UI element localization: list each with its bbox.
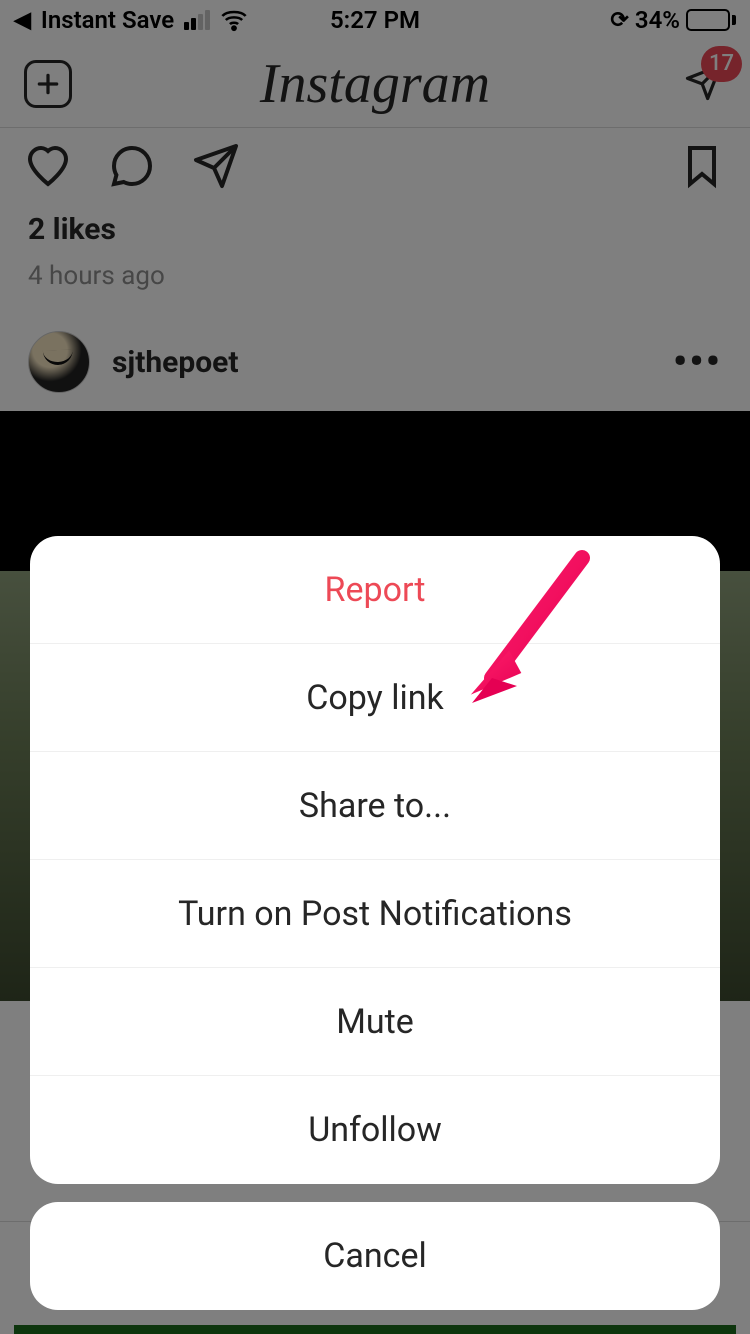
sheet-item-copy-link[interactable]: Copy link: [30, 644, 720, 752]
sheet-item-label: Unfollow: [308, 1110, 442, 1150]
sheet-cancel-label: Cancel: [323, 1236, 427, 1276]
sheet-cancel-button[interactable]: Cancel: [30, 1202, 720, 1310]
sheet-item-label: Copy link: [306, 678, 444, 718]
sheet-item-report[interactable]: Report: [30, 536, 720, 644]
sheet-item-post-notifications[interactable]: Turn on Post Notifications: [30, 860, 720, 968]
action-sheet: Report Copy link Share to... Turn on Pos…: [30, 536, 720, 1310]
sheet-item-unfollow[interactable]: Unfollow: [30, 1076, 720, 1184]
sheet-item-label: Share to...: [299, 786, 451, 826]
sheet-item-share-to[interactable]: Share to...: [30, 752, 720, 860]
sheet-item-label: Report: [325, 570, 426, 610]
sheet-item-label: Mute: [336, 1002, 414, 1042]
sheet-item-mute[interactable]: Mute: [30, 968, 720, 1076]
sheet-item-label: Turn on Post Notifications: [178, 894, 572, 934]
